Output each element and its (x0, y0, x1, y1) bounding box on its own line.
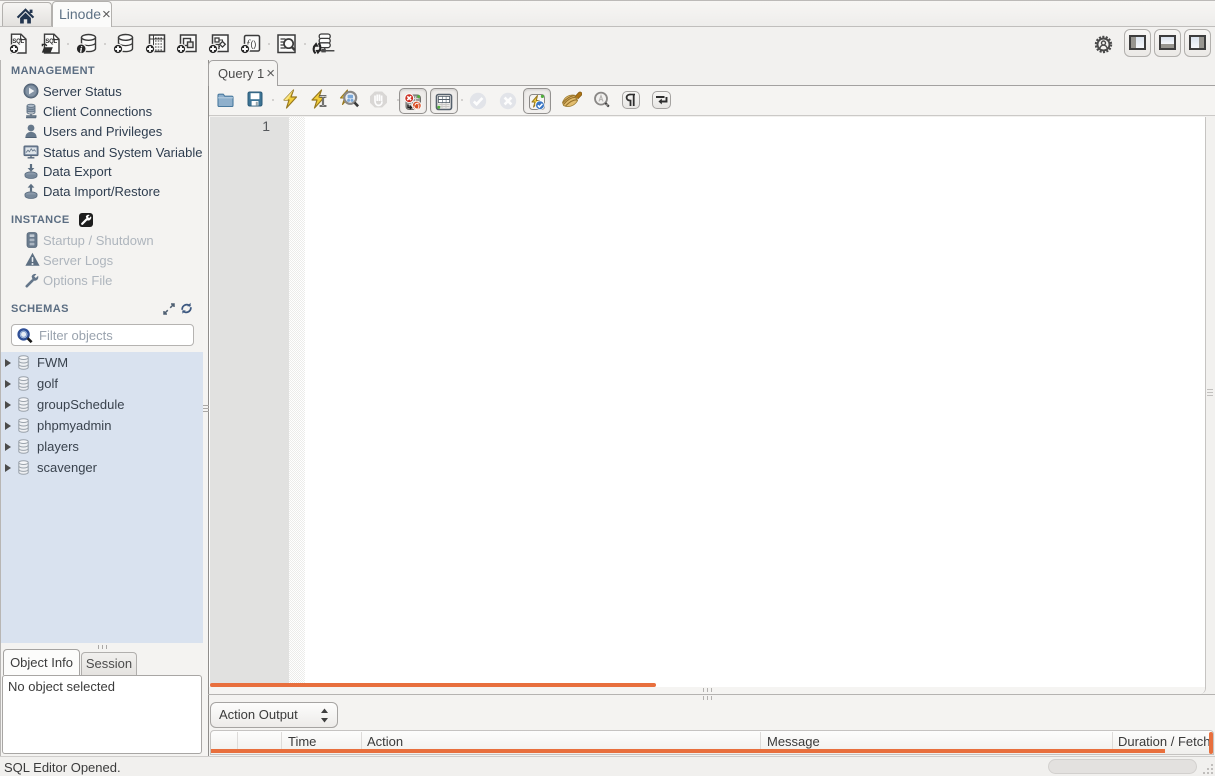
svg-text:i: i (80, 45, 83, 55)
svg-text:SQL: SQL (45, 39, 57, 45)
svg-text:(): () (250, 39, 256, 49)
